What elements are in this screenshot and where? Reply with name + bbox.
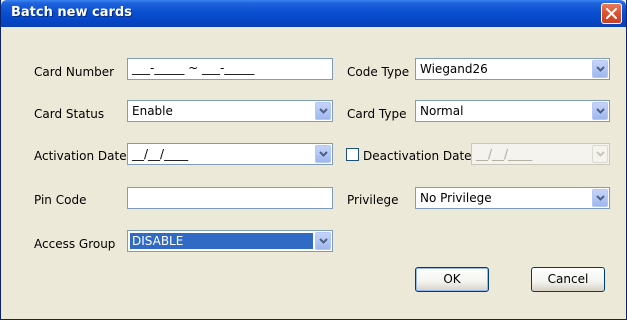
dialog-content: Card Number ___-_____ ~ ___-_____ Card S…: [1, 27, 626, 319]
pin-code-input[interactable]: [127, 187, 333, 209]
chevron-down-icon: [319, 151, 328, 157]
card-status-select[interactable]: Enable: [127, 100, 333, 122]
card-type-select[interactable]: Normal: [415, 100, 610, 122]
chevron-down-icon: [319, 108, 328, 114]
card-number-label: Card Number: [34, 65, 115, 79]
card-type-value: Normal: [420, 104, 464, 118]
dialog-title: Batch new cards: [11, 5, 132, 20]
chevron-down-icon: [596, 108, 605, 114]
card-number-input[interactable]: ___-_____ ~ ___-_____: [127, 58, 333, 80]
privilege-dropdown-button[interactable]: [592, 189, 608, 207]
deactivation-date-picker[interactable]: __/__/____: [471, 143, 610, 165]
close-button[interactable]: [601, 3, 622, 24]
code-type-label: Code Type: [347, 65, 410, 79]
cancel-button[interactable]: Cancel: [531, 267, 605, 292]
access-group-label: Access Group: [34, 237, 116, 251]
access-group-dropdown-button[interactable]: [315, 232, 331, 250]
chevron-down-icon: [596, 66, 605, 72]
access-group-value: DISABLE: [132, 234, 184, 248]
pin-code-label: Pin Code: [34, 193, 87, 207]
activation-date-label: Activation Date: [34, 149, 127, 163]
access-group-select[interactable]: DISABLE: [127, 230, 333, 252]
code-type-value: Wiegand26: [420, 62, 488, 76]
deactivation-date-checkbox[interactable]: [346, 148, 359, 161]
activation-date-value: __/__/____: [132, 147, 189, 161]
privilege-select[interactable]: No Privilege: [415, 187, 610, 209]
code-type-dropdown-button[interactable]: [592, 60, 608, 78]
card-type-label: Card Type: [347, 107, 407, 121]
deactivation-date-value: __/__/____: [476, 147, 533, 161]
card-status-dropdown-button[interactable]: [315, 102, 331, 120]
card-status-label: Card Status: [34, 107, 105, 121]
dialog-window: Batch new cards Card Number ___-_____ ~ …: [0, 0, 627, 320]
title-bar[interactable]: Batch new cards: [1, 0, 626, 27]
ok-button[interactable]: OK: [415, 267, 489, 292]
close-icon: [606, 8, 617, 19]
card-type-dropdown-button[interactable]: [592, 102, 608, 120]
privilege-value: No Privilege: [420, 191, 492, 205]
chevron-down-icon: [319, 238, 328, 244]
card-status-value: Enable: [132, 104, 173, 118]
deactivation-date-label[interactable]: Deactivation Date: [363, 149, 472, 163]
code-type-select[interactable]: Wiegand26: [415, 58, 610, 80]
activation-date-dropdown-button[interactable]: [315, 145, 331, 163]
activation-date-picker[interactable]: __/__/____: [127, 143, 333, 165]
deactivation-date-dropdown-button[interactable]: [592, 145, 608, 163]
chevron-down-icon: [596, 151, 605, 157]
privilege-label: Privilege: [347, 193, 399, 207]
chevron-down-icon: [596, 195, 605, 201]
